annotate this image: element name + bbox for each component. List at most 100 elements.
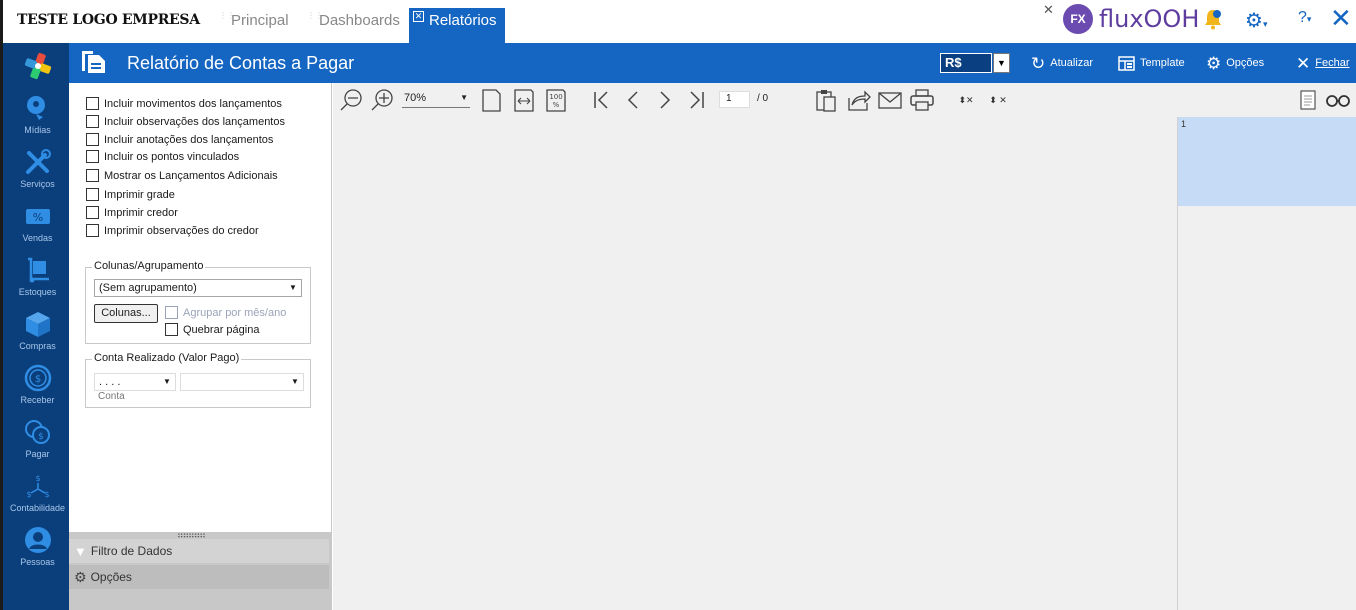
checkbox-agrupar-mes-ano[interactable]: Agrupar por mês/ano bbox=[165, 305, 286, 320]
chevron-down-icon[interactable]: ▼ bbox=[286, 281, 300, 295]
nav-label: Vendas bbox=[22, 233, 53, 243]
previous-page-icon[interactable] bbox=[620, 88, 646, 112]
nav-vendas[interactable]: % Vendas bbox=[3, 201, 72, 253]
nav-midias[interactable]: Mídias bbox=[3, 93, 72, 145]
tab-close-icon[interactable]: ✕ bbox=[413, 11, 424, 22]
search-options-icon[interactable]: ⬍✕ bbox=[951, 88, 981, 112]
nav-label: Pagar bbox=[25, 449, 50, 459]
checkbox[interactable] bbox=[165, 306, 178, 319]
print-icon[interactable] bbox=[909, 88, 935, 112]
checkbox-incluir-movimentos[interactable]: Incluir movimentos dos lançamentos bbox=[86, 96, 282, 111]
checkbox[interactable] bbox=[86, 188, 99, 201]
zoom-select[interactable]: 70% ▼ bbox=[402, 91, 470, 108]
checkbox-incluir-observacoes[interactable]: Incluir observações dos lançamentos bbox=[86, 114, 285, 129]
account-code-select[interactable]: . . . . ▼ bbox=[94, 373, 176, 391]
email-icon[interactable] bbox=[877, 88, 903, 112]
chevron-down-icon[interactable]: ▼ bbox=[160, 375, 174, 389]
account-name-select[interactable]: ▼ bbox=[180, 373, 304, 391]
left-navigation: Mídias Serviços % Vendas Estoques Compra… bbox=[0, 43, 69, 610]
nav-estoques[interactable]: Estoques bbox=[3, 255, 72, 307]
funnel-icon: ▼ bbox=[74, 543, 87, 559]
full-page-icon[interactable] bbox=[478, 88, 504, 112]
checkbox-incluir-anotacoes[interactable]: Incluir anotações dos lançamentos bbox=[86, 132, 273, 147]
checkbox-imprimir-grade[interactable]: Imprimir grade bbox=[86, 187, 175, 202]
account-group: Conta Realizado (Valor Pago) . . . . ▼ ▼… bbox=[85, 352, 311, 408]
checkbox[interactable] bbox=[86, 224, 99, 237]
chevron-down-icon[interactable]: ▼ bbox=[288, 375, 302, 389]
grouping-legend: Colunas/Agrupamento bbox=[92, 260, 206, 272]
zoom-out-icon[interactable] bbox=[339, 88, 365, 112]
chevron-down-icon[interactable]: ▼ bbox=[993, 53, 1010, 73]
nav-receber[interactable]: $ Receber bbox=[3, 363, 72, 415]
checkbox-label: Agrupar por mês/ano bbox=[183, 306, 287, 319]
first-page-icon[interactable] bbox=[588, 88, 614, 112]
options-tab-label: Opções bbox=[90, 570, 132, 584]
close-app-icon[interactable]: ✕ bbox=[1330, 5, 1352, 31]
notepad-icon[interactable] bbox=[1295, 88, 1321, 112]
checkbox-label: Imprimir credor bbox=[104, 206, 178, 219]
checkbox[interactable] bbox=[86, 206, 99, 219]
nav-contabilidade[interactable]: $ $ $ Contabilidade bbox=[3, 471, 72, 523]
tools-icon bbox=[25, 149, 51, 174]
filter-data-tab[interactable]: ▼ Filtro de Dados bbox=[69, 539, 329, 563]
currency-select[interactable]: R$ ▼ bbox=[940, 53, 1010, 73]
close-label: Fechar bbox=[1315, 57, 1350, 69]
checkbox-incluir-pontos[interactable]: Incluir os pontos vinculados bbox=[86, 149, 239, 164]
last-page-icon[interactable] bbox=[684, 88, 710, 112]
bottom-section-tabs: ⠶⠶⠶⠶⠶ ▼ Filtro de Dados ⚙ Opções bbox=[69, 531, 332, 610]
checkbox[interactable] bbox=[86, 150, 99, 163]
checkbox[interactable] bbox=[165, 323, 178, 336]
help-button[interactable]: ?▾ bbox=[1298, 9, 1311, 27]
notification-bell-icon[interactable] bbox=[1203, 8, 1223, 30]
coins-pay-icon: $ bbox=[24, 420, 50, 444]
export-share-icon[interactable] bbox=[845, 88, 871, 112]
grouping-select[interactable]: (Sem agrupamento) ▼ bbox=[94, 279, 302, 297]
checkbox-mostrar-adicionais[interactable]: Mostrar os Lançamentos Adicionais bbox=[86, 168, 278, 183]
report-document-icon bbox=[82, 51, 105, 73]
page-number-input[interactable]: 1 bbox=[719, 91, 750, 108]
options-button[interactable]: ⚙ Opções bbox=[1206, 53, 1264, 73]
template-button[interactable]: Template bbox=[1118, 53, 1185, 73]
checkbox[interactable] bbox=[86, 115, 99, 128]
tab-relatorios[interactable]: ✕ Relatórios bbox=[409, 8, 505, 43]
tab-dashboards[interactable]: ⋮⋮ Dashboards bbox=[299, 8, 410, 43]
discount-tag-icon: % bbox=[25, 209, 50, 224]
glasses-icon[interactable] bbox=[1325, 88, 1351, 112]
app-logo-icon[interactable] bbox=[23, 51, 53, 81]
gears-icon: ⚙ bbox=[1206, 53, 1222, 73]
navigate-close-icon[interactable]: ⬍ ✕ bbox=[983, 88, 1013, 112]
actual-size-icon[interactable]: 100 % bbox=[543, 88, 569, 112]
page-thumbnail[interactable]: 1 bbox=[1178, 117, 1356, 206]
page-width-icon[interactable] bbox=[511, 88, 537, 112]
chevron-down-icon[interactable]: ▼ bbox=[460, 93, 468, 102]
tab-principal[interactable]: ⋮⋮ Principal bbox=[211, 8, 299, 43]
options-tab[interactable]: ⚙ Opções bbox=[69, 565, 329, 589]
refresh-button[interactable]: ↻ Atualizar bbox=[1031, 53, 1093, 73]
next-page-icon[interactable] bbox=[652, 88, 678, 112]
nav-pessoas[interactable]: Pessoas bbox=[3, 525, 72, 577]
checkbox[interactable] bbox=[86, 133, 99, 146]
nav-label: Mídias bbox=[24, 125, 51, 135]
checkbox-label: Incluir os pontos vinculados bbox=[104, 150, 240, 163]
nav-pagar[interactable]: $ Pagar bbox=[3, 417, 72, 469]
checkbox[interactable] bbox=[86, 169, 99, 182]
top-tab-bar: TESTE LOGO EMPRESA ⋮⋮ Principal ⋮⋮ Dashb… bbox=[0, 0, 1356, 43]
product-badge: FX bbox=[1063, 4, 1093, 34]
nav-compras[interactable]: Compras bbox=[3, 309, 72, 361]
splitter-handle[interactable]: ⠶⠶⠶⠶⠶ bbox=[177, 531, 206, 540]
checkbox-label: Incluir anotações dos lançamentos bbox=[104, 133, 274, 146]
nav-servicos[interactable]: Serviços bbox=[3, 147, 72, 199]
close-report-button[interactable]: ✕ Fechar bbox=[1296, 53, 1350, 73]
checkbox-imprimir-credor[interactable]: Imprimir credor bbox=[86, 205, 178, 220]
clipboard-icon[interactable] bbox=[813, 88, 839, 112]
checkbox-quebrar-pagina[interactable]: Quebrar página bbox=[165, 322, 259, 337]
template-grid-icon bbox=[1118, 55, 1135, 71]
zoom-in-icon[interactable] bbox=[370, 88, 396, 112]
checkbox[interactable] bbox=[86, 97, 99, 110]
settings-gear-icon[interactable]: ⚙▾ bbox=[1245, 8, 1267, 33]
account-mask: . . . . bbox=[99, 376, 121, 388]
nav-label: Serviços bbox=[20, 179, 55, 189]
dismiss-icon[interactable]: ✕ bbox=[1043, 2, 1054, 18]
checkbox-imprimir-obs-credor[interactable]: Imprimir observações do credor bbox=[86, 223, 259, 238]
columns-button[interactable]: Colunas... bbox=[94, 304, 158, 323]
